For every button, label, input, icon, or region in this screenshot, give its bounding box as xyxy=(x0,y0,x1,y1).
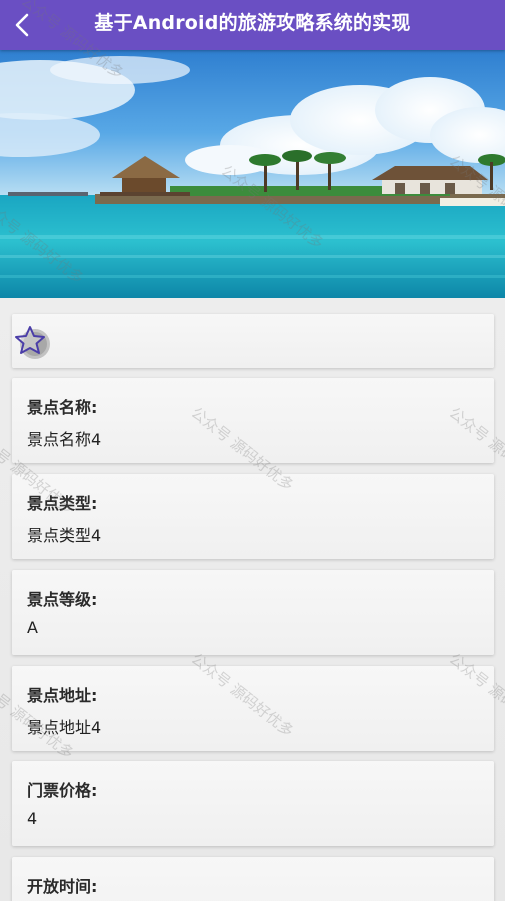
star-outline-icon xyxy=(15,326,50,359)
field-card-hours: 开放时间: xyxy=(12,857,494,901)
detail-list: 景点名称: 景点名称4 景点类型: 景点类型4 景点等级: A 景点地址: 景点… xyxy=(0,298,505,901)
field-label: 景点类型: xyxy=(27,494,98,513)
page-title: 基于Android的旅游攻略系统的实现 xyxy=(94,12,411,34)
field-label: 门票价格: xyxy=(27,781,98,800)
field-value: 景点名称4 xyxy=(27,430,102,449)
app-bar: 基于Android的旅游攻略系统的实现 xyxy=(0,0,505,50)
field-card-type: 景点类型: 景点类型4 xyxy=(12,474,494,559)
hero-image xyxy=(0,50,505,298)
chevron-left-icon xyxy=(15,13,29,37)
field-label: 景点名称: xyxy=(27,398,98,417)
favorite-card xyxy=(12,314,494,368)
field-label: 景点地址: xyxy=(27,686,98,705)
field-card-level: 景点等级: A xyxy=(12,570,494,655)
field-label: 景点等级: xyxy=(27,590,98,609)
field-card-price: 门票价格: 4 xyxy=(12,761,494,846)
field-card-name: 景点名称: 景点名称4 xyxy=(12,378,494,463)
field-value: 景点地址4 xyxy=(27,718,102,737)
favorite-button[interactable] xyxy=(14,324,50,360)
field-value: A xyxy=(27,618,38,637)
field-card-address: 景点地址: 景点地址4 xyxy=(12,666,494,751)
field-value: 4 xyxy=(27,809,38,828)
field-value: 景点类型4 xyxy=(27,526,102,545)
back-button[interactable] xyxy=(0,0,44,50)
field-label: 开放时间: xyxy=(27,877,98,896)
